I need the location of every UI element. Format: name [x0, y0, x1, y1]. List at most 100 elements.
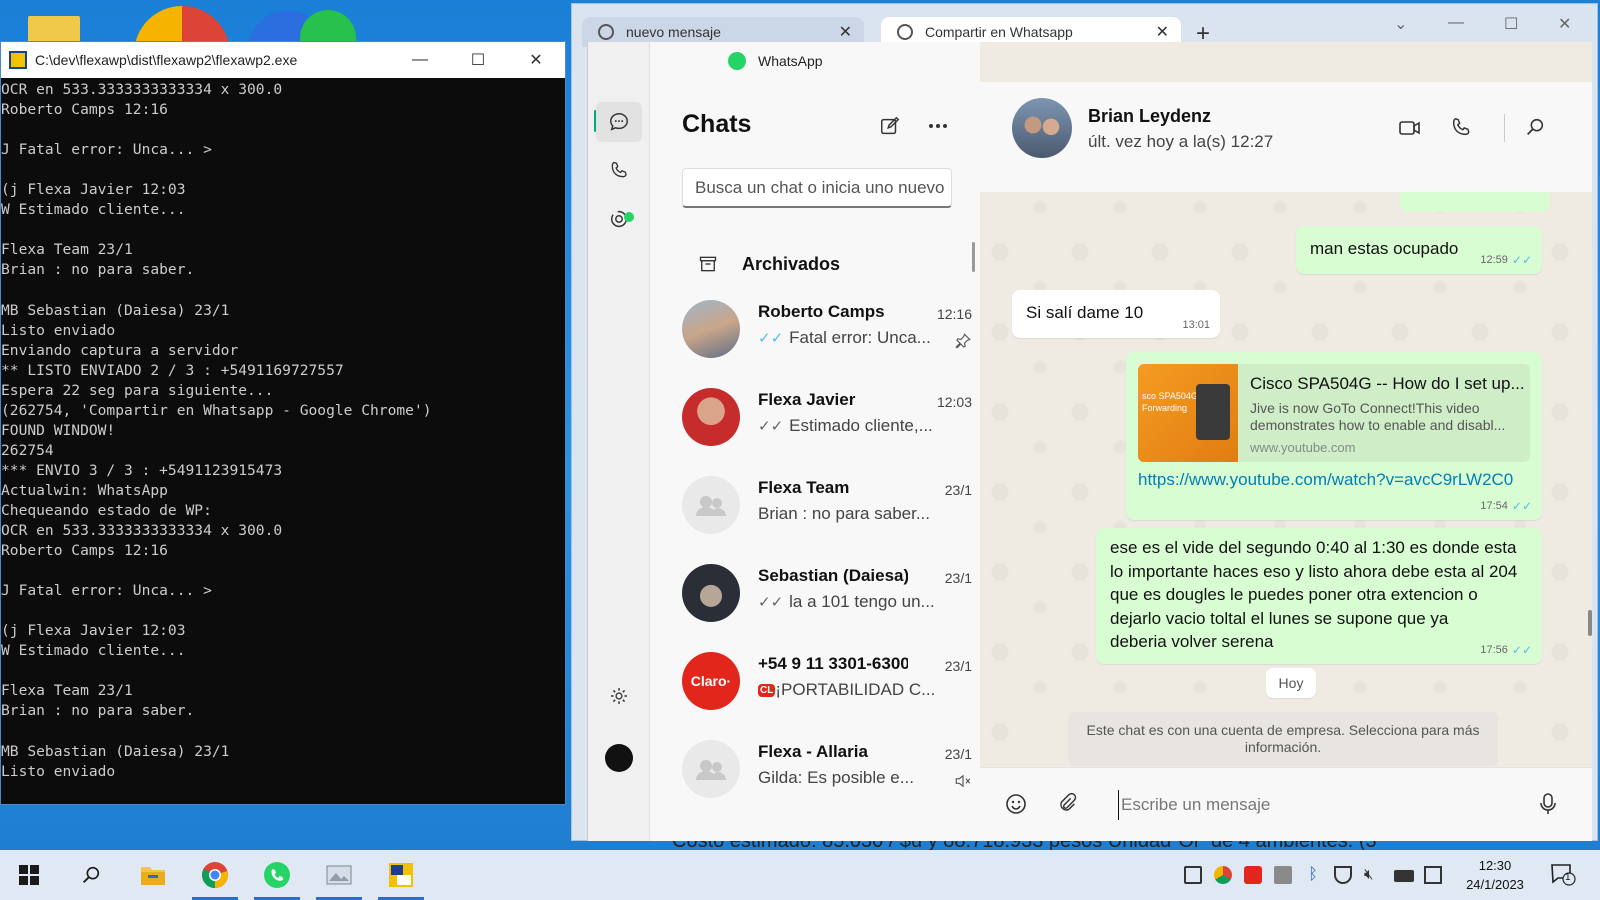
message-outgoing[interactable]: ese es el vide del segundo 0:40 al 1:30 … — [1096, 528, 1542, 664]
chat-item-roberto-camps[interactable]: Roberto Camps 12:16 ✓✓ Fatal error: Unca.… — [682, 292, 972, 380]
message-incoming[interactable]: Si salí dame 10 13:01 — [1012, 290, 1220, 338]
console-window[interactable]: C:\dev\flexawp\dist\flexawp2\flexawp2.ex… — [0, 41, 566, 805]
pin-icon — [955, 333, 971, 349]
console-output[interactable]: OCR en 533.3333333333334 x 300.0 Roberto … — [1, 78, 565, 804]
volume-muted-icon[interactable]: 🔇︎ — [1364, 866, 1382, 884]
emoji-icon[interactable] — [1004, 792, 1028, 816]
folder-icon — [141, 867, 165, 885]
maximize-button[interactable]: ☐ — [1504, 14, 1518, 34]
search-button[interactable] — [64, 850, 118, 900]
chat-name: +54 9 11 3301-6300 — [758, 654, 908, 673]
tray-anydesk-icon[interactable] — [1244, 866, 1262, 884]
message-outgoing[interactable]: man estas ocupado 12:59 ✓✓ — [1296, 226, 1542, 274]
link-preview-card[interactable]: sco SPA504G: all Forwarding Cisco SPA504… — [1138, 364, 1530, 462]
minimize-button[interactable]: — — [1448, 14, 1464, 32]
chat-list-scrollbar[interactable] — [972, 242, 975, 272]
console-line: Brian : no para saber. — [1, 261, 195, 279]
console-line: ** LISTO ENVIADO 2 / 3 : +5491169727557 — [1, 361, 344, 379]
calls-nav-button[interactable] — [596, 150, 642, 190]
search-input[interactable]: Busca un chat o inicia uno nuevo — [682, 168, 952, 208]
python-taskbar-button[interactable] — [374, 850, 428, 900]
contact-name[interactable]: Brian Leydenz — [1088, 106, 1211, 127]
tab-strip: nuevo mensaje ✕ Compartir en Whatsapp ✕ … — [572, 4, 1597, 47]
chat-list-panel: WhatsApp Chats Busca un chat o inicia un… — [650, 42, 980, 841]
close-button[interactable]: ✕ — [1558, 14, 1571, 34]
message-time: 13:01 — [1182, 319, 1210, 331]
tray-drive-icon[interactable] — [1274, 866, 1292, 884]
globe-icon — [897, 24, 913, 40]
chats-nav-button[interactable] — [596, 102, 642, 142]
message-outgoing-link[interactable]: sco SPA504G: all Forwarding Cisco SPA504… — [1126, 352, 1542, 520]
console-line: Chequeando estado de WP: — [1, 501, 212, 519]
conversation-header[interactable] — [980, 82, 1592, 192]
business-account-notice[interactable]: Este chat es con una cuenta de empresa. … — [1068, 712, 1498, 766]
message-link[interactable]: https://www.youtube.com/watch?v=avcC9rLW… — [1138, 470, 1513, 490]
voice-call-icon[interactable] — [1450, 116, 1472, 138]
chat-time: 12:03 — [936, 394, 972, 410]
tray-chrome-icon[interactable] — [1214, 866, 1232, 884]
chat-preview-text: ¡PORTABILIDAD C... — [775, 680, 936, 699]
console-line: (j Flexa Javier 12:03 — [1, 622, 186, 640]
status-nav-button[interactable] — [596, 199, 642, 239]
console-titlebar[interactable]: C:\dev\flexawp\dist\flexawp2\flexawp2.ex… — [1, 42, 565, 78]
contact-avatar[interactable] — [1012, 98, 1072, 158]
console-line: MB Sebastian (Daiesa) 23/1 — [1, 301, 230, 319]
message-line: deberia volver serena — [1110, 632, 1274, 651]
bluetooth-icon[interactable]: ᛒ — [1304, 866, 1322, 884]
console-line: W Estimado cliente... — [1, 642, 186, 660]
more-options-button[interactable] — [924, 112, 952, 140]
message-input[interactable]: Escribe un mensaje — [1118, 790, 1518, 820]
network-icon[interactable] — [1424, 866, 1442, 884]
profile-avatar[interactable] — [605, 744, 633, 772]
console-line: 262754 — [1, 441, 54, 459]
chat-item-sebastian-daiesa[interactable]: Sebastian (Daiesa) 23/1 ✓✓ la a 101 tengo… — [682, 556, 972, 644]
archive-icon — [699, 256, 717, 272]
whatsapp-app: WhatsApp Chats Busca un chat o inicia un… — [587, 42, 1592, 841]
photos-taskbar-button[interactable] — [312, 850, 366, 900]
video-call-icon[interactable] — [1398, 116, 1422, 140]
chat-item-claro[interactable]: Claro· +54 9 11 3301-6300 23/1 CL ¡PORTAB… — [682, 644, 972, 732]
conversation-scrollbar[interactable] — [1588, 610, 1592, 636]
start-button[interactable] — [2, 850, 56, 900]
close-tab-icon[interactable]: ✕ — [839, 22, 852, 42]
maximize-button[interactable]: ☐ — [449, 42, 507, 78]
chat-preview: ✓✓ Fatal error: Unca... — [758, 328, 938, 348]
chat-item-flexa-javier[interactable]: Flexa Javier 12:03 ✓✓ Estimado cliente,..… — [682, 380, 972, 468]
chat-time: 23/1 — [944, 482, 972, 498]
search-icon[interactable] — [1524, 116, 1546, 138]
taskbar-clock[interactable]: 12:30 24/1/2023 — [1450, 856, 1540, 894]
chat-item-flexa-team[interactable]: Flexa Team 23/1 Brian : no para saber... — [682, 468, 972, 556]
chat-item-flexa-allaria[interactable]: Flexa - Allaria 23/1 Gilda: Es posible e… — [682, 732, 972, 820]
gear-icon — [611, 688, 627, 704]
notification-center-button[interactable]: 1 — [1550, 862, 1576, 886]
chrome-taskbar-button[interactable] — [188, 850, 242, 900]
new-chat-button[interactable] — [876, 112, 904, 140]
tab-search-icon[interactable]: ⌄ — [1394, 14, 1407, 34]
settings-nav-button[interactable] — [596, 676, 642, 716]
security-shield-icon[interactable] — [1334, 866, 1352, 884]
whatsapp-taskbar-button[interactable] — [250, 850, 304, 900]
battery-icon[interactable] — [1394, 870, 1414, 882]
close-tab-icon[interactable]: ✕ — [1156, 22, 1169, 42]
navigation-rail — [588, 42, 650, 841]
message-meta: 17:54 ✓✓ — [1480, 499, 1532, 513]
file-explorer-button[interactable] — [126, 850, 180, 900]
tray-monitor-icon[interactable] — [1184, 866, 1202, 884]
console-line: Roberto Camps 12:16 — [1, 101, 168, 119]
group-avatar — [682, 740, 740, 798]
attach-icon[interactable] — [1056, 792, 1078, 814]
console-line: OCR en 533.3333333333334 x 300.0 — [1, 522, 283, 540]
more-horizontal-icon — [929, 124, 947, 128]
minimize-button[interactable]: — — [391, 42, 449, 78]
close-button[interactable]: ✕ — [507, 42, 565, 78]
microphone-icon[interactable] — [1538, 792, 1558, 816]
header-divider — [1504, 114, 1505, 142]
chat-name: Sebastian (Daiesa) — [758, 566, 908, 585]
clock-time: 12:30 — [1478, 858, 1512, 873]
contact-last-seen: últ. vez hoy a la(s) 12:27 — [1088, 132, 1274, 151]
archived-row[interactable]: Archivados — [682, 242, 972, 286]
